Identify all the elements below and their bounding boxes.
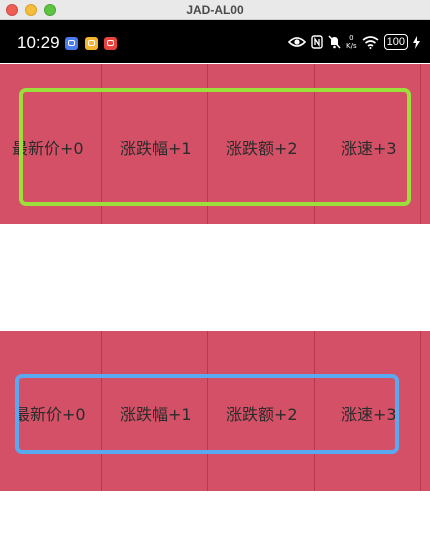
network-speed: 0 K/s [346, 34, 357, 50]
network-speed-value: 0 [349, 34, 354, 42]
highlight-box-bottom [15, 374, 399, 454]
app-notification-icon [104, 37, 117, 50]
nfc-icon [311, 35, 323, 49]
highlight-box-top [19, 88, 411, 206]
status-time: 10:29 [17, 33, 60, 52]
eye-icon [288, 37, 307, 47]
app-notification-icon [65, 37, 78, 50]
network-speed-unit: K/s [346, 42, 357, 50]
status-icons: 0 K/s 100 [288, 32, 420, 52]
wifi-icon [362, 35, 379, 49]
window-titlebar: JAD-AL00 [0, 0, 430, 20]
mute-bell-icon [328, 35, 341, 49]
status-bar: 10:29 0 K/s 100 [0, 20, 430, 63]
charging-bolt-icon [413, 35, 420, 49]
battery-indicator: 100 [383, 34, 408, 50]
app-notification-icon [85, 37, 98, 50]
window-title: JAD-AL00 [186, 3, 244, 17]
